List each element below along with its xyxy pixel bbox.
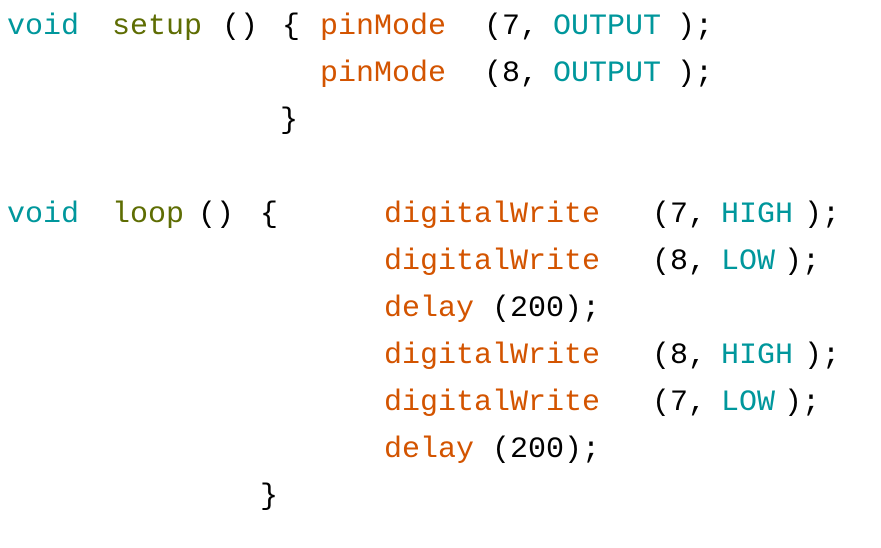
- setup-line-open: (8,: [466, 57, 539, 91]
- loop-line-open: (7,: [634, 386, 707, 420]
- loop-line-close: );: [784, 245, 821, 279]
- setup-function-name: setup: [112, 10, 203, 44]
- setup-line-close: );: [677, 57, 714, 91]
- loop-line-arg: HIGH: [721, 198, 794, 232]
- loop-body-line: digitalWrite (8, LOW );: [0, 245, 820, 279]
- loop-line-arg: LOW: [721, 386, 776, 420]
- loop-keyword: void: [7, 198, 80, 232]
- loop-body-line: delay (200);: [0, 292, 600, 326]
- loop-line-call: delay: [384, 433, 475, 467]
- loop-body-line: digitalWrite (8, HIGH );: [0, 339, 840, 373]
- loop-line-open: (8,: [634, 339, 707, 373]
- loop-line-close: );: [804, 198, 841, 232]
- setup-body-line: pinMode (8, OUTPUT );: [0, 57, 713, 91]
- loop-close-line: }: [0, 480, 278, 514]
- setup-line-open: (7,: [466, 10, 539, 44]
- loop-body-line: digitalWrite (7, LOW );: [0, 386, 820, 420]
- loop-line-call: delay: [384, 292, 475, 326]
- loop-line-call: digitalWrite: [384, 339, 601, 373]
- loop-line-open: (8,: [634, 245, 707, 279]
- setup-line-call: pinMode: [320, 57, 447, 91]
- setup-line-arg: OUTPUT: [553, 57, 662, 91]
- loop-close-brace: }: [260, 480, 279, 514]
- loop-line-call: digitalWrite: [384, 198, 601, 232]
- setup-keyword: void: [7, 10, 80, 44]
- loop-line-call: digitalWrite: [384, 245, 601, 279]
- loop-line-close: );: [804, 339, 841, 373]
- setup-open-brace: {: [282, 10, 301, 44]
- loop-function-name: loop: [112, 198, 185, 232]
- setup-close-brace: }: [280, 104, 299, 138]
- setup-line-close: );: [677, 10, 714, 44]
- loop-line-open: (200);: [492, 433, 601, 467]
- loop-parens: (): [198, 198, 235, 232]
- setup-line-call: pinMode: [320, 10, 447, 44]
- loop-line-arg: LOW: [721, 245, 776, 279]
- loop-line-arg: HIGH: [721, 339, 794, 373]
- loop-line-open: (200);: [492, 292, 601, 326]
- setup-line-arg: OUTPUT: [553, 10, 662, 44]
- loop-header-line: void loop () { digitalWrite (7, HIGH );: [0, 198, 840, 232]
- setup-close-line: }: [0, 104, 298, 138]
- loop-open-brace: {: [260, 198, 279, 232]
- setup-parens: (): [222, 10, 259, 44]
- loop-line-call: digitalWrite: [384, 386, 601, 420]
- loop-line-close: );: [784, 386, 821, 420]
- setup-header-line: void setup () { pinMode (7, OUTPUT );: [0, 10, 713, 44]
- loop-body-line: delay (200);: [0, 433, 600, 467]
- loop-line-open: (7,: [634, 198, 707, 232]
